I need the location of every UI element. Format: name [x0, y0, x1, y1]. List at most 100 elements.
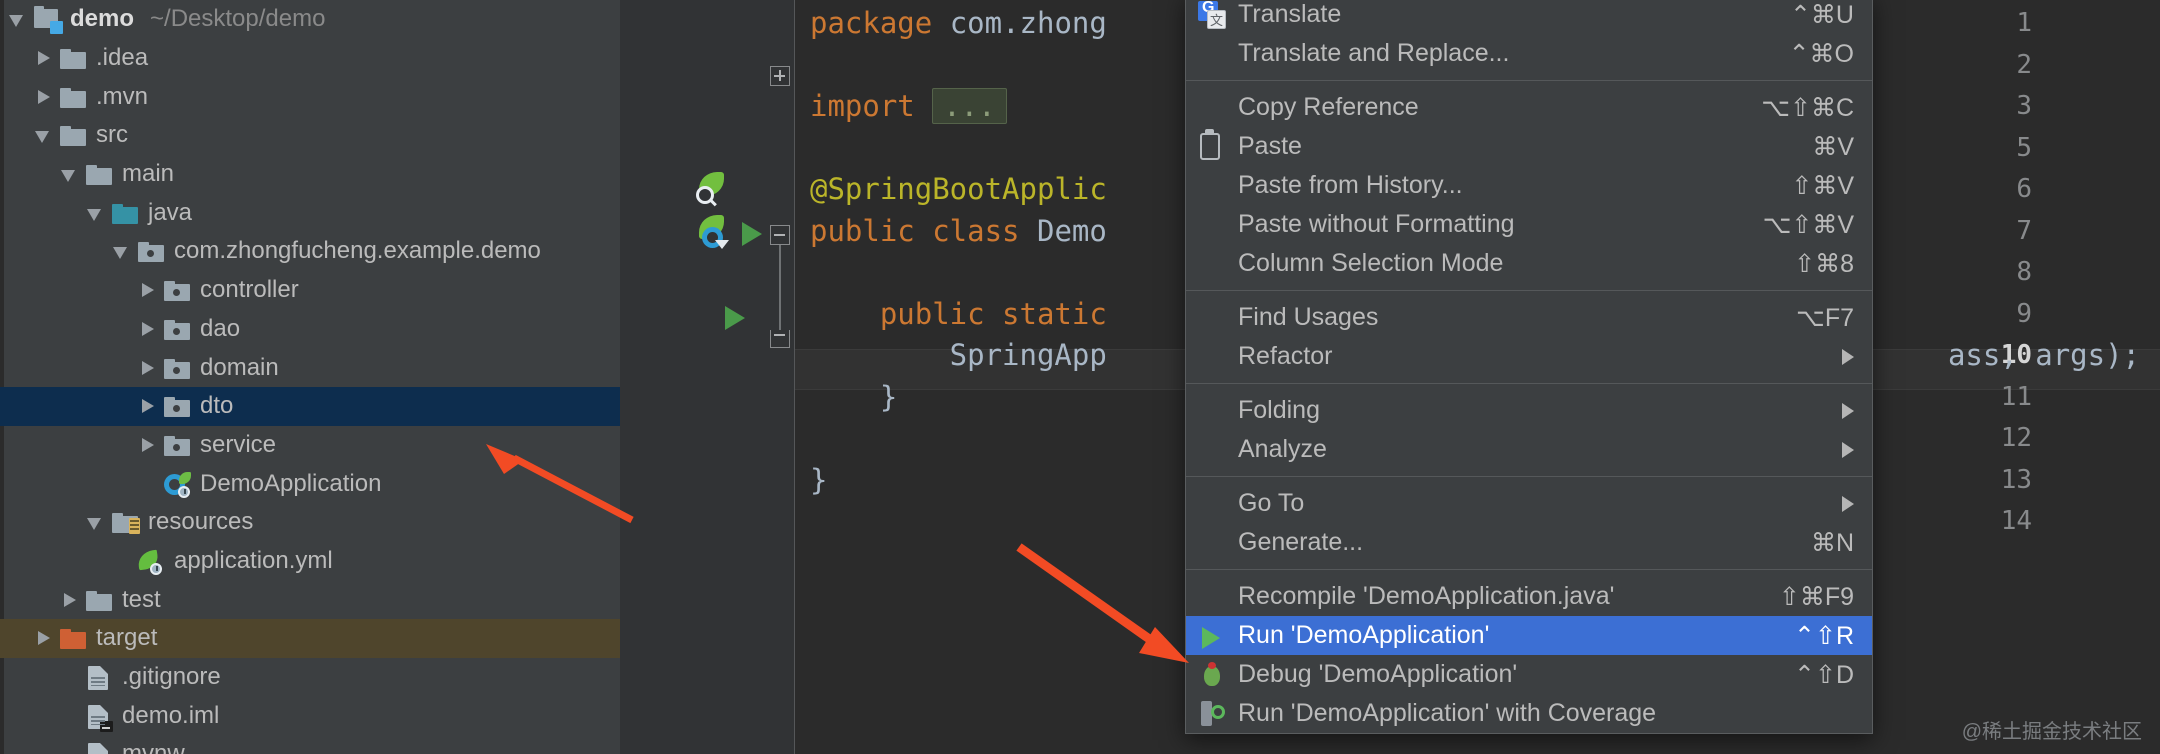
project-tool-window[interactable]: demo ~/Desktop/demo .idea .mvn src main java co…: [0, 0, 620, 754]
tree-row-test[interactable]: test: [0, 580, 620, 619]
tree-row-.gitignore[interactable]: .gitignore: [0, 658, 620, 697]
menu-item-shortcut: ⌃⌘O: [1788, 39, 1854, 68]
fold-collapse-icon-method[interactable]: [770, 225, 790, 245]
menu-item-icon-placeholder: [1186, 300, 1238, 336]
package-icon: [162, 277, 192, 303]
tree-row-demo[interactable]: demo ~/Desktop/demo: [0, 0, 620, 39]
tree-row-demo.iml[interactable]: demo.iml: [0, 696, 620, 735]
tree-row-application.yml[interactable]: application.yml: [0, 542, 620, 581]
run-gutter-icon-line9[interactable]: [725, 306, 745, 330]
tree-row-.mvn[interactable]: .mvn: [0, 77, 620, 116]
menu-item-icon-placeholder: [1186, 393, 1238, 429]
menu-item-debug--demoapplication[interactable]: Debug 'DemoApplication' ⌃⇧D: [1186, 655, 1872, 694]
spring-bean-gutter-icon-line7[interactable]: [696, 213, 730, 249]
menu-item-icon-placeholder: [1186, 246, 1238, 282]
spring-boot-class-icon: [162, 471, 192, 498]
menu-item-icon-placeholder: [1186, 432, 1238, 468]
menu-item-paste[interactable]: Paste ⌘V: [1186, 127, 1872, 166]
menu-item-run--demoapplication--with-coverage[interactable]: Run 'DemoApplication' with Coverage: [1186, 694, 1872, 733]
menu-item-translate-and-replace[interactable]: Translate and Replace... ⌃⌘O: [1186, 34, 1872, 73]
tree-row-dao[interactable]: dao: [0, 310, 620, 349]
menu-item-icon-placeholder: [1186, 90, 1238, 126]
tree-row-mvnw[interactable]: mvnw: [0, 735, 620, 754]
chevron-down-icon[interactable]: [32, 116, 58, 154]
package-icon: [162, 355, 192, 381]
fold-expand-icon-imports[interactable]: [770, 66, 790, 86]
menu-item-icon-placeholder: [1186, 525, 1238, 561]
folder-resources-icon: [110, 509, 140, 535]
menu-item-copy-reference[interactable]: Copy Reference ⌥⇧⌘C: [1186, 88, 1872, 127]
chevron-right-icon[interactable]: [136, 349, 162, 387]
menu-item-recompile--demoapplication-java[interactable]: Recompile 'DemoApplication.java' ⇧⌘F9: [1186, 577, 1872, 616]
menu-item-folding[interactable]: Folding: [1186, 391, 1872, 430]
menu-item-translate[interactable]: Translate ⌃⌘U: [1186, 0, 1872, 34]
folder-icon: [84, 587, 114, 613]
tree-row-domain[interactable]: domain: [0, 348, 620, 387]
menu-item-label: Recompile 'DemoApplication.java': [1238, 582, 1615, 610]
chevron-down-icon[interactable]: [6, 0, 32, 38]
editor-context-menu[interactable]: Translate ⌃⌘U Translate and Replace... ⌃⌘O C…: [1185, 0, 1873, 734]
menu-item-label: Refactor: [1238, 342, 1333, 370]
chevron-down-icon[interactable]: [84, 503, 110, 541]
chevron-right-icon[interactable]: [136, 310, 162, 348]
module-icon: [32, 6, 63, 35]
chevron-down-icon[interactable]: [58, 155, 84, 193]
menu-item-label: Run 'DemoApplication' with Coverage: [1238, 699, 1657, 727]
tree-row-service[interactable]: service: [0, 426, 620, 465]
package-icon: [136, 238, 166, 264]
editor-gutter[interactable]: [620, 0, 795, 754]
menu-item-label: Debug 'DemoApplication': [1238, 660, 1518, 688]
tree-row-java[interactable]: java: [0, 193, 620, 232]
menu-item-paste-without-formatting[interactable]: Paste without Formatting ⌥⇧⌘V: [1186, 205, 1872, 244]
menu-item-analyze[interactable]: Analyze: [1186, 430, 1872, 469]
tree-row-com.zhongfucheng.example.demo[interactable]: com.zhongfucheng.example.demo: [0, 232, 620, 271]
folder-icon: [58, 84, 88, 110]
tree-row-label: main: [122, 160, 175, 188]
tree-row-src[interactable]: src: [0, 116, 620, 155]
chevron-right-icon[interactable]: [32, 39, 58, 77]
menu-item-column-selection-mode[interactable]: Column Selection Mode ⇧⌘8: [1186, 244, 1872, 283]
code-token: Demo: [1036, 213, 1107, 248]
no-chevron-spacer: [136, 465, 162, 503]
submenu-chevron-right-icon: [1842, 441, 1854, 458]
chevron-right-icon[interactable]: [136, 271, 162, 309]
chevron-right-icon[interactable]: [136, 387, 162, 425]
tree-row-resources[interactable]: resources: [0, 503, 620, 542]
menu-item-refactor[interactable]: Refactor: [1186, 337, 1872, 376]
tree-row-label: java: [148, 198, 193, 226]
tree-row-controller[interactable]: controller: [0, 271, 620, 310]
chevron-down-icon[interactable]: [110, 232, 136, 270]
tree-row-target[interactable]: target: [0, 619, 620, 658]
menu-item-label: Run 'DemoApplication': [1238, 621, 1490, 649]
menu-item-generate[interactable]: Generate... ⌘N: [1186, 523, 1872, 562]
code-token: com.zhong: [949, 6, 1107, 40]
menu-item-paste-from-history[interactable]: Paste from History... ⇧⌘V: [1186, 166, 1872, 205]
menu-item-find-usages[interactable]: Find Usages ⌥F7: [1186, 298, 1872, 337]
chevron-right-icon[interactable]: [32, 619, 58, 657]
chevron-down-icon[interactable]: [84, 194, 110, 232]
tree-row-.idea[interactable]: .idea: [0, 39, 620, 78]
run-gutter-icon-line7[interactable]: [742, 222, 762, 246]
folder-sources-icon: [110, 200, 140, 226]
google-translate-icon: [1186, 0, 1238, 33]
menu-item-icon-placeholder: [1186, 36, 1238, 72]
menu-item-label: Go To: [1238, 489, 1305, 517]
chevron-right-icon[interactable]: [58, 581, 84, 619]
tree-row-label: .gitignore: [122, 663, 221, 691]
menu-item-shortcut: ⌘V: [1812, 132, 1854, 161]
tree-row-main[interactable]: main: [0, 155, 620, 194]
tree-row-demoapplication[interactable]: DemoApplication: [0, 464, 620, 503]
menu-item-go-to[interactable]: Go To: [1186, 484, 1872, 523]
no-chevron-spacer: [58, 735, 84, 754]
menu-separator: [1186, 569, 1872, 570]
chevron-right-icon[interactable]: [136, 426, 162, 464]
menu-item-run--demoapplication[interactable]: Run 'DemoApplication' ⌃⇧R: [1186, 616, 1872, 655]
menu-item-shortcut: ⌥⇧⌘C: [1761, 93, 1854, 122]
no-chevron-spacer: [58, 697, 84, 735]
tree-row-dto[interactable]: dto: [0, 386, 620, 426]
folded-imports-placeholder[interactable]: ...: [932, 88, 1007, 124]
file-module-icon: [84, 703, 114, 732]
chevron-right-icon[interactable]: [32, 78, 58, 116]
spring-bean-gutter-icon-line6[interactable]: [696, 170, 730, 204]
tree-row-label: domain: [200, 353, 279, 381]
